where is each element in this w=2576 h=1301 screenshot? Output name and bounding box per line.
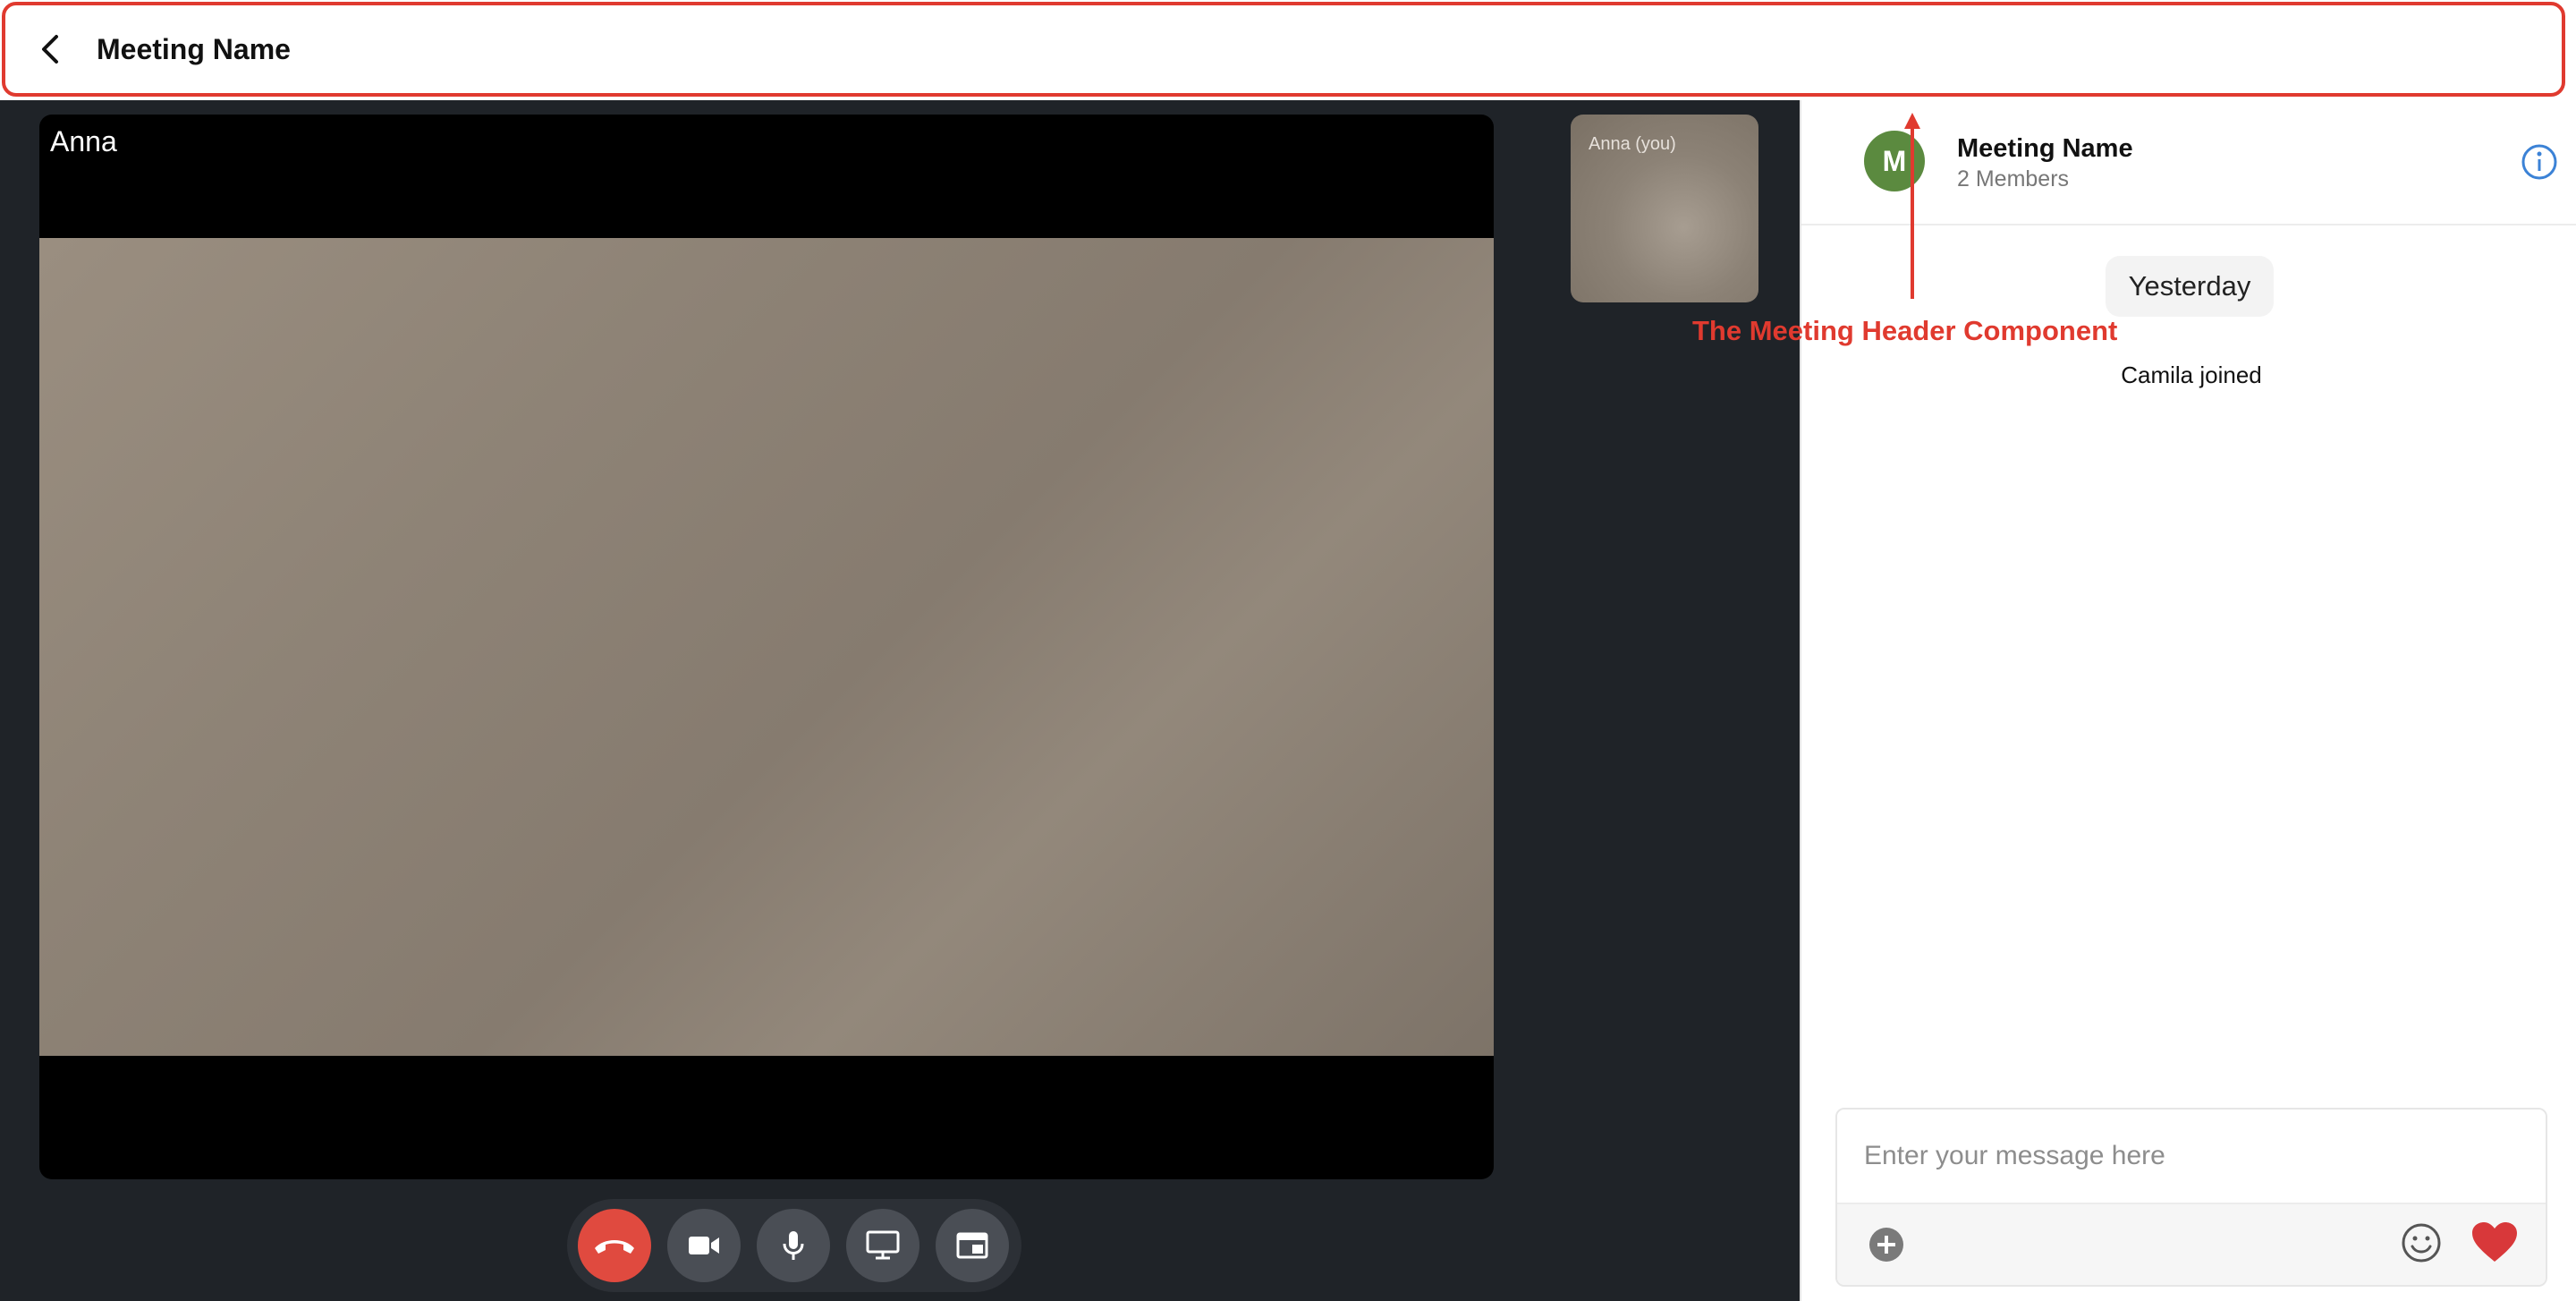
- message-composer: [1835, 1108, 2547, 1287]
- plus-circle-icon: [1869, 1228, 1903, 1262]
- heart-button[interactable]: [2470, 1220, 2519, 1265]
- emoji-button[interactable]: [2401, 1222, 2442, 1263]
- heart-icon: [2472, 1222, 2517, 1262]
- video-area: Anna Anna (you): [0, 100, 1800, 1301]
- annotation-arrow-icon: [1904, 113, 1920, 299]
- video-camera-icon: [689, 1237, 719, 1254]
- window-layout-icon: [956, 1232, 988, 1259]
- microphone-icon: [783, 1231, 804, 1260]
- end-call-button[interactable]: [578, 1209, 651, 1282]
- phone-hangup-icon: [595, 1240, 634, 1254]
- camera-toggle-button[interactable]: [667, 1209, 741, 1282]
- member-count: 2 Members: [1957, 166, 2070, 191]
- message-input[interactable]: [1837, 1110, 2546, 1203]
- microphone-toggle-button[interactable]: [757, 1209, 830, 1282]
- attach-button[interactable]: [1868, 1226, 1905, 1263]
- meeting-header: Meeting Name: [2, 2, 2565, 97]
- annotation-label: The Meeting Header Component: [1692, 315, 2118, 346]
- main-participant-name: Anna: [50, 125, 117, 157]
- self-video-tile[interactable]: Anna (you): [1571, 115, 1758, 302]
- main-video-feed: [39, 238, 1494, 1056]
- date-separator: Yesterday: [2106, 256, 2274, 317]
- chat-title: Meeting Name: [1957, 134, 2133, 163]
- back-button[interactable]: [25, 22, 79, 76]
- screen-share-button[interactable]: [846, 1209, 919, 1282]
- call-controls-bar: [567, 1199, 1021, 1292]
- info-icon: [2521, 144, 2557, 180]
- chevron-left-icon: [42, 35, 58, 64]
- page-title: Meeting Name: [97, 32, 291, 65]
- composer-toolbar: [1837, 1203, 2546, 1285]
- layout-toggle-button[interactable]: [936, 1209, 1009, 1282]
- self-participant-name: Anna (you): [1589, 134, 1676, 154]
- info-button[interactable]: [2521, 143, 2558, 181]
- main-video-tile: Anna: [39, 115, 1494, 1179]
- monitor-icon: [866, 1230, 900, 1260]
- smiley-icon: [2402, 1223, 2441, 1263]
- system-message: Camila joined: [2121, 361, 2262, 388]
